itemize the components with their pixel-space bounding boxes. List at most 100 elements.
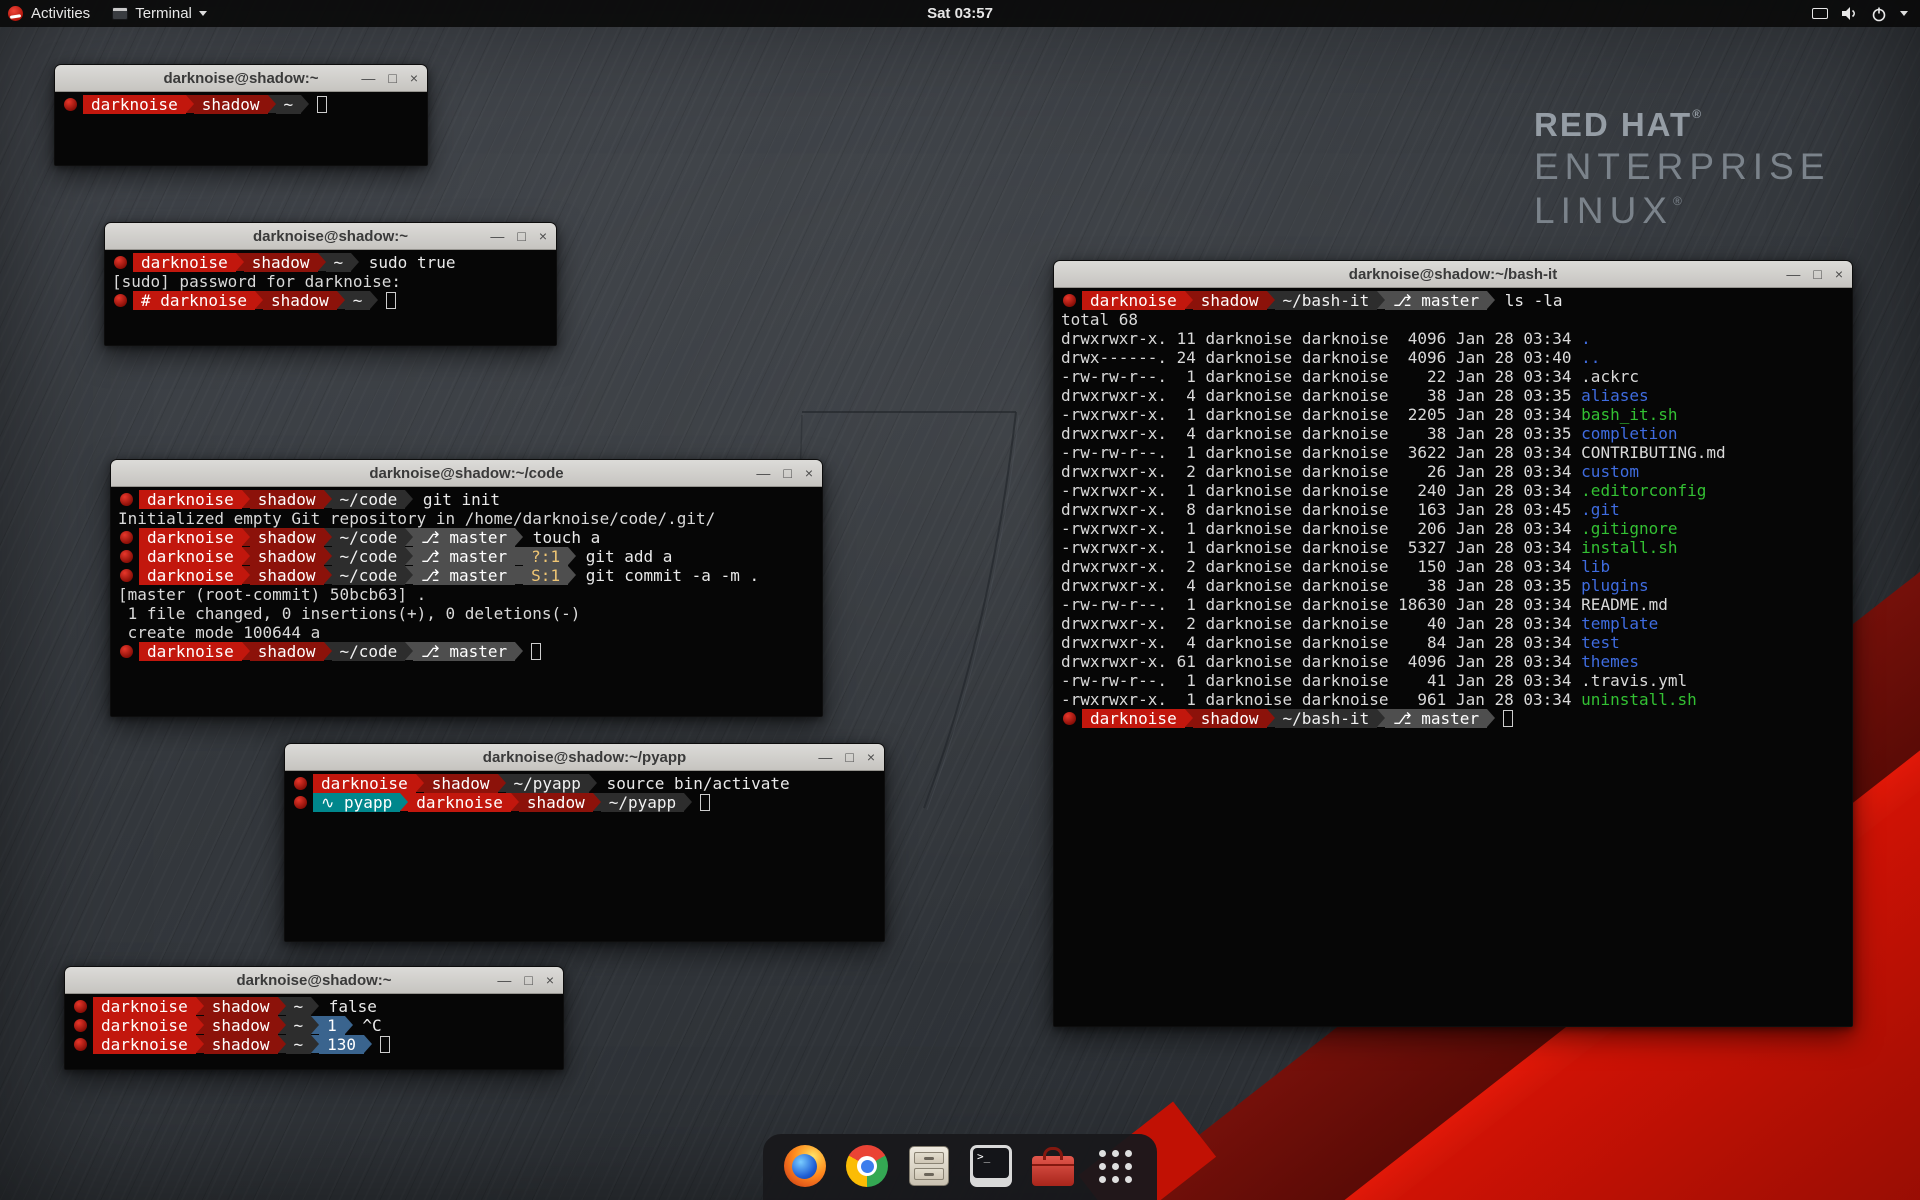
window-titlebar[interactable]: darknoise@shadow:~/bash-it — □ × — [1054, 261, 1852, 288]
maximize-button[interactable]: □ — [783, 466, 791, 480]
terminal-cursor — [380, 1036, 390, 1053]
output-text: install.sh — [1581, 538, 1677, 557]
minimize-button[interactable]: — — [818, 750, 832, 764]
powerline-separator-icon — [242, 490, 250, 508]
powerline-separator-icon — [1185, 709, 1193, 727]
close-button[interactable]: × — [805, 466, 813, 480]
chrome-icon — [846, 1145, 888, 1187]
clock[interactable]: Sat 03:57 — [927, 5, 993, 22]
output-text: . — [1581, 329, 1591, 348]
maximize-button[interactable]: □ — [845, 750, 853, 764]
terminal-app-icon — [112, 7, 128, 20]
powerline-separator-icon — [405, 566, 413, 584]
dock-item-terminal[interactable]: >_ — [967, 1142, 1015, 1190]
powerline-separator-icon — [405, 642, 413, 660]
terminal-content[interactable]: darknoiseshadow~/code git initInitialize… — [111, 487, 822, 716]
powerline-separator-icon — [1377, 709, 1385, 727]
dock-item-show-applications[interactable] — [1091, 1142, 1139, 1190]
powerline-separator-icon — [196, 997, 204, 1015]
powerline-separator-icon — [498, 774, 506, 792]
terminal-content[interactable]: darknoiseshadow~ falsedarknoiseshadow~1 … — [65, 994, 563, 1069]
command-text: git commit -a -m . — [576, 566, 759, 585]
window-titlebar[interactable]: darknoise@shadow:~ — □ × — [65, 967, 563, 994]
prompt-segment-host: shadow — [250, 566, 324, 585]
powerline-separator-icon — [1185, 291, 1193, 309]
output-text: -rw-rw-r--. 1 darknoise darknoise 3622 J… — [1061, 443, 1581, 462]
prompt-segment-path: ~/bash-it — [1275, 291, 1378, 310]
minimize-button[interactable]: — — [497, 973, 511, 987]
powerline-separator-icon — [515, 528, 523, 546]
maximize-button[interactable]: □ — [524, 973, 532, 987]
prompt-segment-path: ~ — [286, 1035, 312, 1054]
close-button[interactable]: × — [539, 229, 547, 243]
window-titlebar[interactable]: darknoise@shadow:~/pyapp — □ × — [285, 744, 884, 771]
app-menu-terminal[interactable]: Terminal — [112, 5, 207, 22]
redhat-logo-icon — [8, 6, 23, 21]
close-button[interactable]: × — [1835, 267, 1843, 281]
close-button[interactable]: × — [546, 973, 554, 987]
prompt-segment-user: darknoise — [139, 642, 242, 661]
maximize-button[interactable]: □ — [1813, 267, 1821, 281]
prompt-segment-host: shadow — [1193, 709, 1267, 728]
maximize-button[interactable]: □ — [388, 71, 396, 85]
system-status-area[interactable] — [1812, 6, 1920, 22]
powerline-separator-icon — [593, 793, 601, 811]
output-text: create mode 100644 a — [118, 623, 320, 642]
output-text: README.md — [1581, 595, 1668, 614]
redhat-prompt-icon — [114, 256, 127, 269]
terminal-content[interactable]: darknoiseshadow~ sudo true[sudo] passwor… — [105, 250, 556, 345]
terminal-content[interactable]: darknoiseshadow~/bash-it⎇ master ls -lat… — [1054, 288, 1852, 1026]
powerline-separator-icon — [568, 547, 576, 565]
output-text: -rwxrwxr-x. 1 darknoise darknoise 5327 J… — [1061, 538, 1581, 557]
activities-button[interactable]: Activities — [0, 5, 90, 22]
command-text: sudo true — [359, 253, 455, 272]
powerline-separator-icon — [1267, 709, 1275, 727]
powerline-separator-icon — [1267, 291, 1275, 309]
output-text: total 68 — [1061, 310, 1138, 329]
dock-item-toolbox[interactable] — [1029, 1142, 1077, 1190]
window-titlebar[interactable]: darknoise@shadow:~ — □ × — [105, 223, 556, 250]
powerline-separator-icon — [278, 1035, 286, 1053]
chevron-down-icon — [1900, 11, 1908, 16]
powerline-separator-icon — [1487, 291, 1495, 309]
prompt-segment-host: shadow — [250, 547, 324, 566]
powerline-separator-icon — [324, 566, 332, 584]
window-titlebar[interactable]: darknoise@shadow:~ — □ × — [55, 65, 427, 92]
prompt-segment-user: darknoise — [139, 547, 242, 566]
powerline-separator-icon — [324, 547, 332, 565]
prompt-segment-host: shadow — [250, 490, 324, 509]
output-text: -rw-rw-r--. 1 darknoise darknoise 18630 … — [1061, 595, 1581, 614]
dock-item-files[interactable] — [905, 1142, 953, 1190]
dock-item-chrome[interactable] — [843, 1142, 891, 1190]
minimize-button[interactable]: — — [1786, 267, 1800, 281]
close-button[interactable]: × — [410, 71, 418, 85]
window-titlebar[interactable]: darknoise@shadow:~/code — □ × — [111, 460, 822, 487]
terminal-content[interactable]: darknoiseshadow~/pyapp source bin/activa… — [285, 771, 884, 941]
gnome-top-bar: Activities Terminal Sat 03:57 — [0, 0, 1920, 27]
powerline-separator-icon — [255, 291, 263, 309]
prompt-segment-user: darknoise — [313, 774, 416, 793]
output-text: themes — [1581, 652, 1639, 671]
terminal-content[interactable]: darknoiseshadow~ — [55, 92, 427, 165]
powerline-separator-icon — [400, 793, 408, 811]
prompt-segment-user: darknoise — [133, 253, 236, 272]
dock-item-firefox[interactable] — [781, 1142, 829, 1190]
minimize-button[interactable]: — — [490, 229, 504, 243]
redhat-prompt-icon — [74, 1038, 87, 1051]
minimize-button[interactable]: — — [756, 466, 770, 480]
window-title: darknoise@shadow:~ — [163, 70, 318, 87]
command-text: git init — [413, 490, 500, 509]
maximize-button[interactable]: □ — [517, 229, 525, 243]
output-text: -rwxrwxr-x. 1 darknoise darknoise 206 Ja… — [1061, 519, 1581, 538]
prompt-segment-host: shadow — [204, 1016, 278, 1035]
minimize-button[interactable]: — — [361, 71, 375, 85]
terminal-window-sudo: darknoise@shadow:~ — □ × darknoise shadow… — [104, 222, 557, 346]
prompt-segment-path: ~/code — [332, 547, 406, 566]
powerline-separator-icon — [351, 253, 359, 271]
prompt-segment-host: shadow — [263, 291, 337, 310]
close-button[interactable]: × — [867, 750, 875, 764]
output-text: uninstall.sh — [1581, 690, 1697, 709]
powerline-separator-icon — [242, 528, 250, 546]
command-text: ^C — [353, 1016, 382, 1035]
prompt-segment-host: shadow — [244, 253, 318, 272]
